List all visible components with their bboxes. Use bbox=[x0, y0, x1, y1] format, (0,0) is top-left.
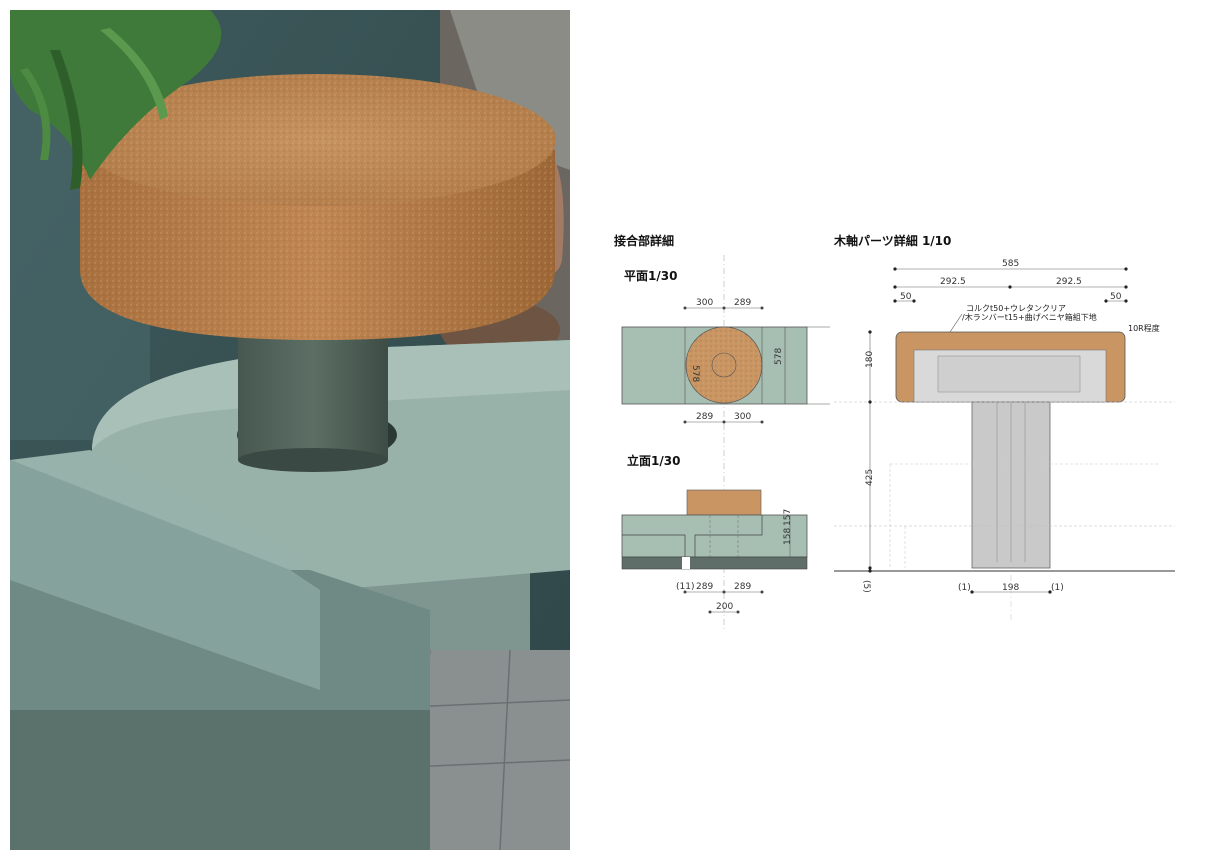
plan-title: 平面1/30 bbox=[624, 269, 677, 283]
elevation-dim-lower: 158 bbox=[783, 528, 793, 545]
wood-dim-base-offset: (5) bbox=[861, 580, 871, 593]
wood-note-line1: コルクt50+ウレタンクリア bbox=[966, 304, 1066, 313]
wood-dim-edge-left: 50 bbox=[900, 292, 912, 302]
wood-dim-total: 585 bbox=[1002, 259, 1019, 269]
plan-dim-circle: 578 bbox=[690, 365, 700, 382]
plan-dim-top-1: 300 bbox=[696, 298, 713, 308]
elevation-cork-top bbox=[686, 489, 762, 516]
elevation-dim-bottom-2: 289 bbox=[696, 582, 713, 592]
plan-dim-bottom-1: 289 bbox=[696, 412, 713, 422]
elevation-dark-base bbox=[621, 556, 808, 570]
wood-dim-gap-right: (1) bbox=[1051, 583, 1064, 593]
wood-dim-gap-left: (1) bbox=[958, 583, 971, 593]
elevation-dim-upper: 157 bbox=[783, 509, 793, 526]
wood-note-line2: /木ランバーt15+曲げベニヤ箱組下地 bbox=[962, 312, 1097, 322]
photo-illustration bbox=[10, 10, 571, 851]
elevation-dim-base: 200 bbox=[716, 602, 733, 612]
elevation-dim-bottom-1: (11) bbox=[676, 582, 694, 592]
wood-dim-half-right: 292.5 bbox=[1056, 277, 1082, 287]
plan-dim-bottom-2: 300 bbox=[734, 412, 751, 422]
product-photo bbox=[10, 10, 571, 851]
plan-dim-right: 578 bbox=[774, 348, 784, 365]
elevation-green-body bbox=[621, 514, 808, 558]
wood-dim-half-left: 292.5 bbox=[940, 277, 966, 287]
elevation-title: 立面1/30 bbox=[627, 453, 680, 468]
joint-detail-title: 接合部詳細 bbox=[614, 233, 674, 248]
wood-dim-top-height: 180 bbox=[865, 351, 875, 368]
plan-dim-top-2: 289 bbox=[734, 298, 751, 308]
wood-dim-leg-height: 425 bbox=[865, 469, 875, 486]
wood-detail-title: 木軸パーツ詳細 1/10 bbox=[833, 233, 951, 248]
elevation-dim-bottom-3: 289 bbox=[734, 582, 751, 592]
technical-drawings: 接合部詳細 平面1/30 300 289 578 578 289 300 立面1… bbox=[600, 0, 1200, 859]
wood-note-radius: 10R程度 bbox=[1128, 323, 1160, 333]
drawing-canvas: 接合部詳細 平面1/30 300 289 578 578 289 300 立面1… bbox=[614, 233, 1175, 630]
wood-dim-edge-right: 50 bbox=[1110, 292, 1122, 302]
